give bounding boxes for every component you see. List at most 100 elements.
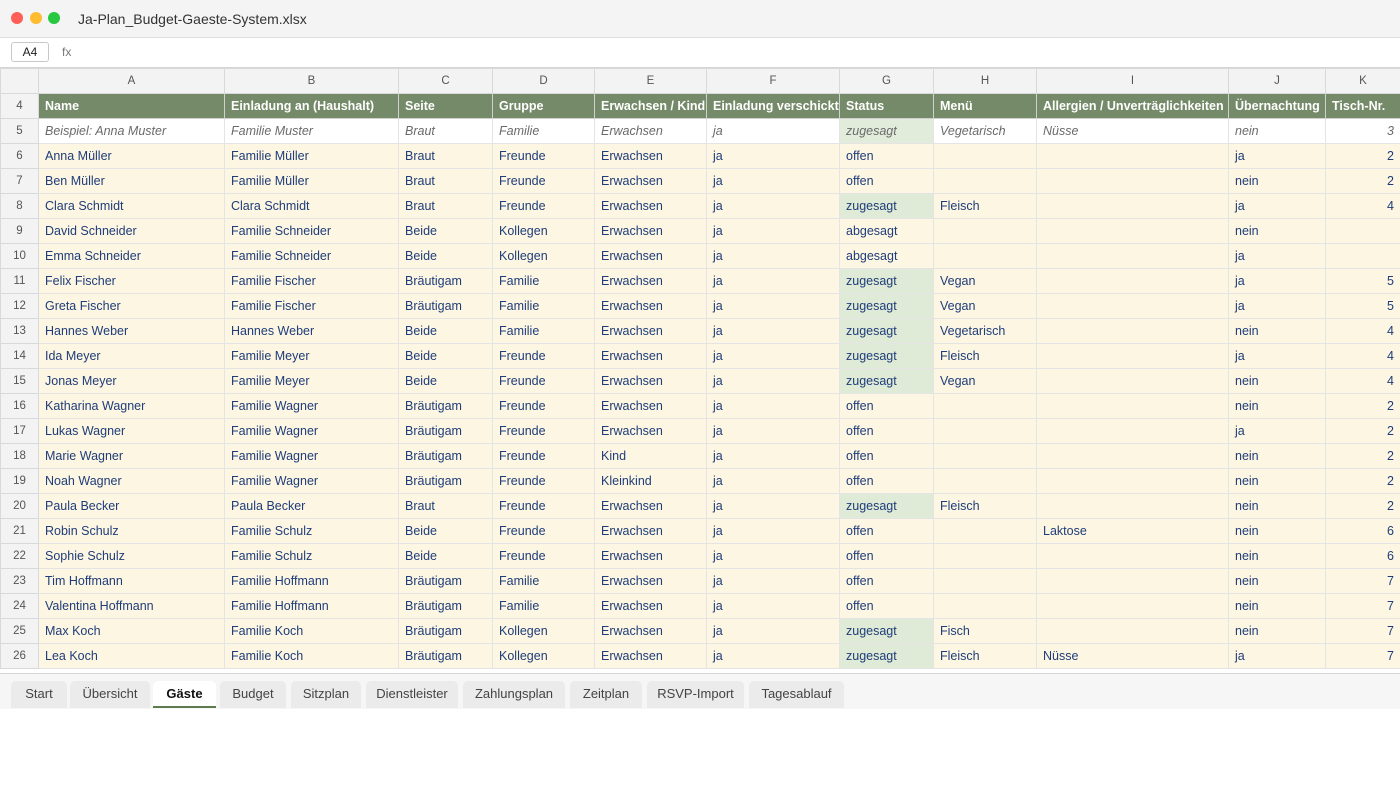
guest-cell[interactable]	[1036, 393, 1229, 419]
guest-cell[interactable]: Bräutigam	[398, 593, 493, 619]
column-header-j[interactable]: J	[1228, 68, 1326, 94]
guest-cell[interactable]: Erwachsen	[594, 168, 707, 194]
guest-cell[interactable]: Freunde	[492, 193, 595, 219]
guest-cell[interactable]: nein	[1228, 368, 1326, 394]
row-number[interactable]: 13	[0, 318, 39, 344]
close-window-button[interactable]	[11, 12, 23, 24]
select-all-corner[interactable]	[0, 68, 39, 94]
guest-cell[interactable]	[1036, 418, 1229, 444]
sheet-tab[interactable]: Start	[11, 681, 67, 708]
guest-cell[interactable]: Familie Meyer	[224, 368, 399, 394]
guest-cell[interactable]: Erwachsen	[594, 568, 707, 594]
guest-cell[interactable]: ja	[1228, 418, 1326, 444]
guest-cell[interactable]: nein	[1228, 393, 1326, 419]
guest-cell[interactable]	[1036, 493, 1229, 519]
guest-cell[interactable]: ja	[1228, 268, 1326, 294]
guest-cell[interactable]	[933, 168, 1037, 194]
example-cell[interactable]: Beispiel: Anna Muster	[38, 118, 225, 144]
guest-cell[interactable]: Freunde	[492, 168, 595, 194]
sheet-tab[interactable]: RSVP-Import	[647, 681, 744, 708]
guest-cell[interactable]: Emma Schneider	[38, 243, 225, 269]
guest-cell[interactable]: zugesagt	[839, 643, 934, 669]
guest-cell[interactable]	[933, 443, 1037, 469]
guest-cell[interactable]: Erwachsen	[594, 368, 707, 394]
guest-cell[interactable]: Paula Becker	[224, 493, 399, 519]
guest-cell[interactable]: 2	[1325, 393, 1400, 419]
example-cell[interactable]: Nüsse	[1036, 118, 1229, 144]
guest-cell[interactable]: Familie Schneider	[224, 218, 399, 244]
guest-cell[interactable]: ja	[1228, 243, 1326, 269]
guest-cell[interactable]: offen	[839, 518, 934, 544]
guest-cell[interactable]: Familie Schulz	[224, 543, 399, 569]
guest-cell[interactable]: Erwachsen	[594, 343, 707, 369]
guest-cell[interactable]: Bräutigam	[398, 443, 493, 469]
guest-cell[interactable]: ja	[706, 593, 840, 619]
cell-reference-box[interactable]: A4	[11, 42, 49, 62]
guest-cell[interactable]: Katharina Wagner	[38, 393, 225, 419]
guest-cell[interactable]: Erwachsen	[594, 293, 707, 319]
guest-cell[interactable]: Marie Wagner	[38, 443, 225, 469]
guest-cell[interactable]: 5	[1325, 293, 1400, 319]
guest-cell[interactable]: nein	[1228, 568, 1326, 594]
guest-cell[interactable]: 2	[1325, 468, 1400, 494]
guest-cell[interactable]: ja	[706, 268, 840, 294]
guest-cell[interactable]: offen	[839, 168, 934, 194]
guest-cell[interactable]: Fisch	[933, 618, 1037, 644]
guest-cell[interactable]: nein	[1228, 468, 1326, 494]
guest-cell[interactable]: Erwachsen	[594, 593, 707, 619]
row-number[interactable]: 15	[0, 368, 39, 394]
guest-cell[interactable]: 2	[1325, 418, 1400, 444]
row-number[interactable]: 25	[0, 618, 39, 644]
example-cell[interactable]: Vegetarisch	[933, 118, 1037, 144]
guest-cell[interactable]: Familie Fischer	[224, 268, 399, 294]
row-number[interactable]: 19	[0, 468, 39, 494]
guest-cell[interactable]: Clara Schmidt	[224, 193, 399, 219]
guest-cell[interactable]: Freunde	[492, 143, 595, 169]
guest-cell[interactable]: Beide	[398, 318, 493, 344]
guest-cell[interactable]: ja	[706, 418, 840, 444]
guest-cell[interactable]	[1036, 593, 1229, 619]
sheet-tab[interactable]: Budget	[220, 681, 286, 708]
guest-cell[interactable]	[933, 418, 1037, 444]
row-number[interactable]: 21	[0, 518, 39, 544]
guest-cell[interactable]: ja	[706, 568, 840, 594]
guest-cell[interactable]: ja	[706, 168, 840, 194]
guest-cell[interactable]: Beide	[398, 243, 493, 269]
sheet-tab[interactable]: Gäste	[153, 681, 216, 708]
guest-cell[interactable]: Beide	[398, 218, 493, 244]
guest-cell[interactable]	[933, 393, 1037, 419]
column-header-h[interactable]: H	[933, 68, 1037, 94]
guest-cell[interactable]: Braut	[398, 193, 493, 219]
guest-cell[interactable]: ja	[706, 618, 840, 644]
guest-cell[interactable]: ja	[706, 193, 840, 219]
guest-cell[interactable]: Beide	[398, 543, 493, 569]
guest-cell[interactable]: ja	[706, 318, 840, 344]
example-cell[interactable]: ja	[706, 118, 840, 144]
guest-cell[interactable]: Kollegen	[492, 218, 595, 244]
sheet-tab[interactable]: Zeitplan	[570, 681, 642, 708]
row-number[interactable]: 4	[0, 93, 39, 119]
guest-cell[interactable]	[1036, 193, 1229, 219]
guest-cell[interactable]: Familie Koch	[224, 643, 399, 669]
guest-cell[interactable]: ja	[706, 243, 840, 269]
guest-cell[interactable]: Familie	[492, 318, 595, 344]
guest-cell[interactable]: Familie Schulz	[224, 518, 399, 544]
row-number[interactable]: 5	[0, 118, 39, 144]
guest-cell[interactable]: Familie Meyer	[224, 343, 399, 369]
example-cell[interactable]: 3	[1325, 118, 1400, 144]
sheet-tab[interactable]: Dienstleister	[366, 681, 458, 708]
guest-cell[interactable]: ja	[706, 393, 840, 419]
guest-cell[interactable]: Familie Schneider	[224, 243, 399, 269]
guest-cell[interactable]: ja	[706, 468, 840, 494]
column-header-f[interactable]: F	[706, 68, 840, 94]
example-cell[interactable]: zugesagt	[839, 118, 934, 144]
guest-cell[interactable]	[1036, 318, 1229, 344]
example-cell[interactable]: Familie	[492, 118, 595, 144]
guest-cell[interactable]: Freunde	[492, 543, 595, 569]
column-header-i[interactable]: I	[1036, 68, 1229, 94]
guest-cell[interactable]: Erwachsen	[594, 218, 707, 244]
guest-cell[interactable]: zugesagt	[839, 318, 934, 344]
guest-cell[interactable]: Erwachsen	[594, 268, 707, 294]
guest-cell[interactable]: Kollegen	[492, 243, 595, 269]
guest-cell[interactable]	[1036, 443, 1229, 469]
